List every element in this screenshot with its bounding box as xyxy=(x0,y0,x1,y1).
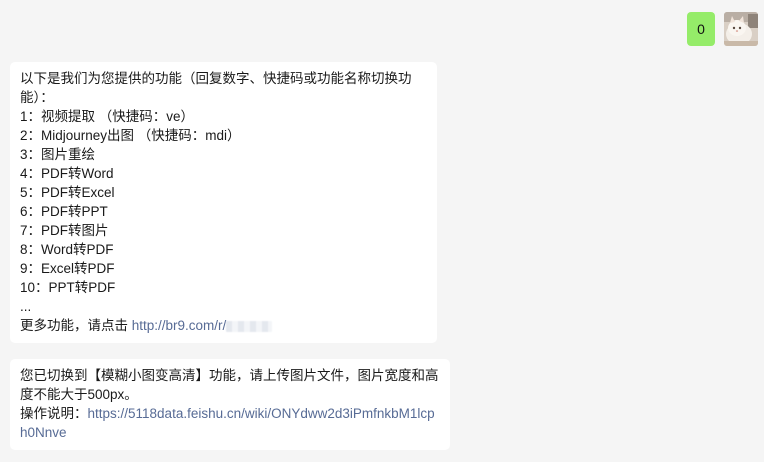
incoming-message-mode-switch: 您已切换到【模糊小图变高清】功能，请上传图片文件，图片宽度和高度不能大于500p… xyxy=(10,359,450,450)
feature-item: ... xyxy=(20,299,32,314)
incoming-message-features: 以下是我们为您提供的功能（回复数字、快捷码或功能名称切换功能）： 1：视频提取 … xyxy=(10,62,437,343)
feature-item: 9：Excel转PDF xyxy=(20,261,115,276)
feature-item: 8：Word转PDF xyxy=(20,242,114,257)
feature-item: 2：Midjourney出图 （快捷码：mdi） xyxy=(20,128,241,143)
user-avatar[interactable] xyxy=(724,12,758,46)
outgoing-bubble[interactable]: 0 xyxy=(687,12,715,46)
more-features-label: 更多功能，请点击 xyxy=(20,318,132,333)
mode-switch-text: 您已切换到【模糊小图变高清】功能，请上传图片文件，图片宽度和高度不能大于500p… xyxy=(20,368,439,402)
cat-avatar-icon xyxy=(724,12,758,46)
feature-item: 6：PDF转PPT xyxy=(20,204,108,219)
redacted-link-suffix xyxy=(226,320,273,332)
chat-window: 0 以下是我们为您提供的功能（回复数字、快捷码或功能名称切换功能）： 1：视频提… xyxy=(0,0,764,462)
feature-item: 5：PDF转Excel xyxy=(20,185,115,200)
feature-item: 1：视频提取 （快捷码：ve） xyxy=(20,109,195,124)
outgoing-text: 0 xyxy=(697,21,705,37)
feature-item: 10：PPT转PDF xyxy=(20,280,116,295)
feature-item: 4：PDF转Word xyxy=(20,166,114,181)
more-features-link[interactable]: http://br9.com/r/ xyxy=(132,318,227,333)
more-features-line: 更多功能，请点击 http://br9.com/r/ xyxy=(20,316,427,335)
feature-item: 3：图片重绘 xyxy=(20,147,96,162)
feature-item: 7：PDF转图片 xyxy=(20,223,109,238)
features-intro: 以下是我们为您提供的功能（回复数字、快捷码或功能名称切换功能）： xyxy=(20,71,412,105)
instructions-label: 操作说明： xyxy=(20,406,88,421)
instructions-line: 操作说明：https://5118data.feishu.cn/wiki/ONY… xyxy=(20,404,440,442)
outgoing-message: 0 xyxy=(687,12,758,46)
